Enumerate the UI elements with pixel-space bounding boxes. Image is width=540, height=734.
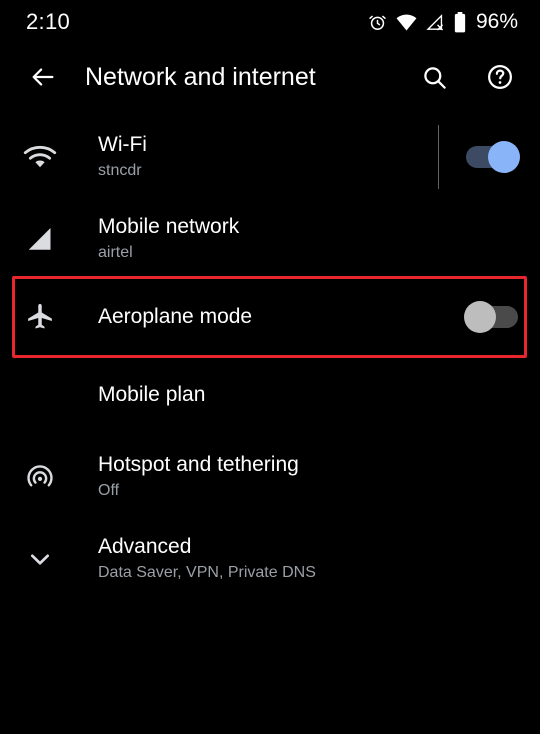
list-item-subtitle: stncdr xyxy=(98,162,142,179)
list-item-text: Aeroplane mode xyxy=(80,304,466,330)
wifi-icon xyxy=(396,13,417,32)
back-button[interactable] xyxy=(22,56,64,98)
list-item-title: Advanced xyxy=(98,535,192,558)
list-item-mobile-network[interactable]: Mobile network airtel xyxy=(0,198,540,280)
list-item-aeroplane-mode[interactable]: Aeroplane mode xyxy=(0,280,540,354)
status-icons: 96% xyxy=(368,10,518,34)
alarm-icon xyxy=(368,13,387,32)
hotspot-icon xyxy=(0,461,80,493)
list-item-text: Mobile plan xyxy=(80,382,518,408)
list-item-title: Mobile plan xyxy=(98,383,206,406)
page-title: Network and internet xyxy=(85,62,316,91)
status-bar: 2:10 96% xyxy=(0,0,540,44)
battery-percent: 96% xyxy=(475,10,518,33)
list-item-text: Advanced Data Saver, VPN, Private DNS xyxy=(80,534,518,584)
list-item-wifi[interactable]: Wi-Fi stncdr xyxy=(0,116,540,198)
help-button[interactable] xyxy=(478,55,522,99)
list-item-trailing xyxy=(464,301,518,333)
list-item-trailing xyxy=(438,125,520,189)
list-item-mobile-plan[interactable]: Mobile plan xyxy=(0,354,540,436)
list-item-subtitle: Off xyxy=(98,482,120,499)
list-item-advanced[interactable]: Advanced Data Saver, VPN, Private DNS xyxy=(0,518,540,600)
list-item-text: Mobile network airtel xyxy=(80,214,518,264)
list-item-subtitle: Data Saver, VPN, Private DNS xyxy=(98,564,316,581)
search-icon xyxy=(421,64,448,91)
toggle-thumb xyxy=(464,301,496,333)
list-item-title: Wi-Fi xyxy=(98,133,147,156)
list-item-title: Aeroplane mode xyxy=(98,305,253,328)
signal-bars-icon xyxy=(0,224,80,254)
toggle-thumb xyxy=(488,141,520,173)
status-clock: 2:10 xyxy=(26,9,71,34)
list-item-title: Mobile network xyxy=(98,215,240,238)
list-item-title: Hotspot and tethering xyxy=(98,453,299,476)
list-item-text: Wi-Fi stncdr xyxy=(80,132,438,182)
list-item-hotspot-and-tethering[interactable]: Hotspot and tethering Off xyxy=(0,436,540,518)
app-bar: Network and internet xyxy=(0,44,540,110)
search-button[interactable] xyxy=(412,55,456,99)
back-arrow-icon xyxy=(29,63,57,91)
airplane-icon xyxy=(0,302,80,332)
chevron-down-icon xyxy=(0,544,80,574)
aeroplane-mode-toggle[interactable] xyxy=(464,301,518,333)
vertical-divider xyxy=(438,125,439,189)
list-item-text: Hotspot and tethering Off xyxy=(80,452,518,502)
wifi-toggle[interactable] xyxy=(466,141,520,173)
help-circle-icon xyxy=(486,63,514,91)
mobile-signal-off-icon xyxy=(426,13,445,32)
settings-list: Wi-Fi stncdr Mobile network airtel Aerop… xyxy=(0,110,540,600)
battery-icon xyxy=(454,11,466,33)
list-item-subtitle: airtel xyxy=(98,244,133,261)
wifi-icon xyxy=(0,144,80,171)
